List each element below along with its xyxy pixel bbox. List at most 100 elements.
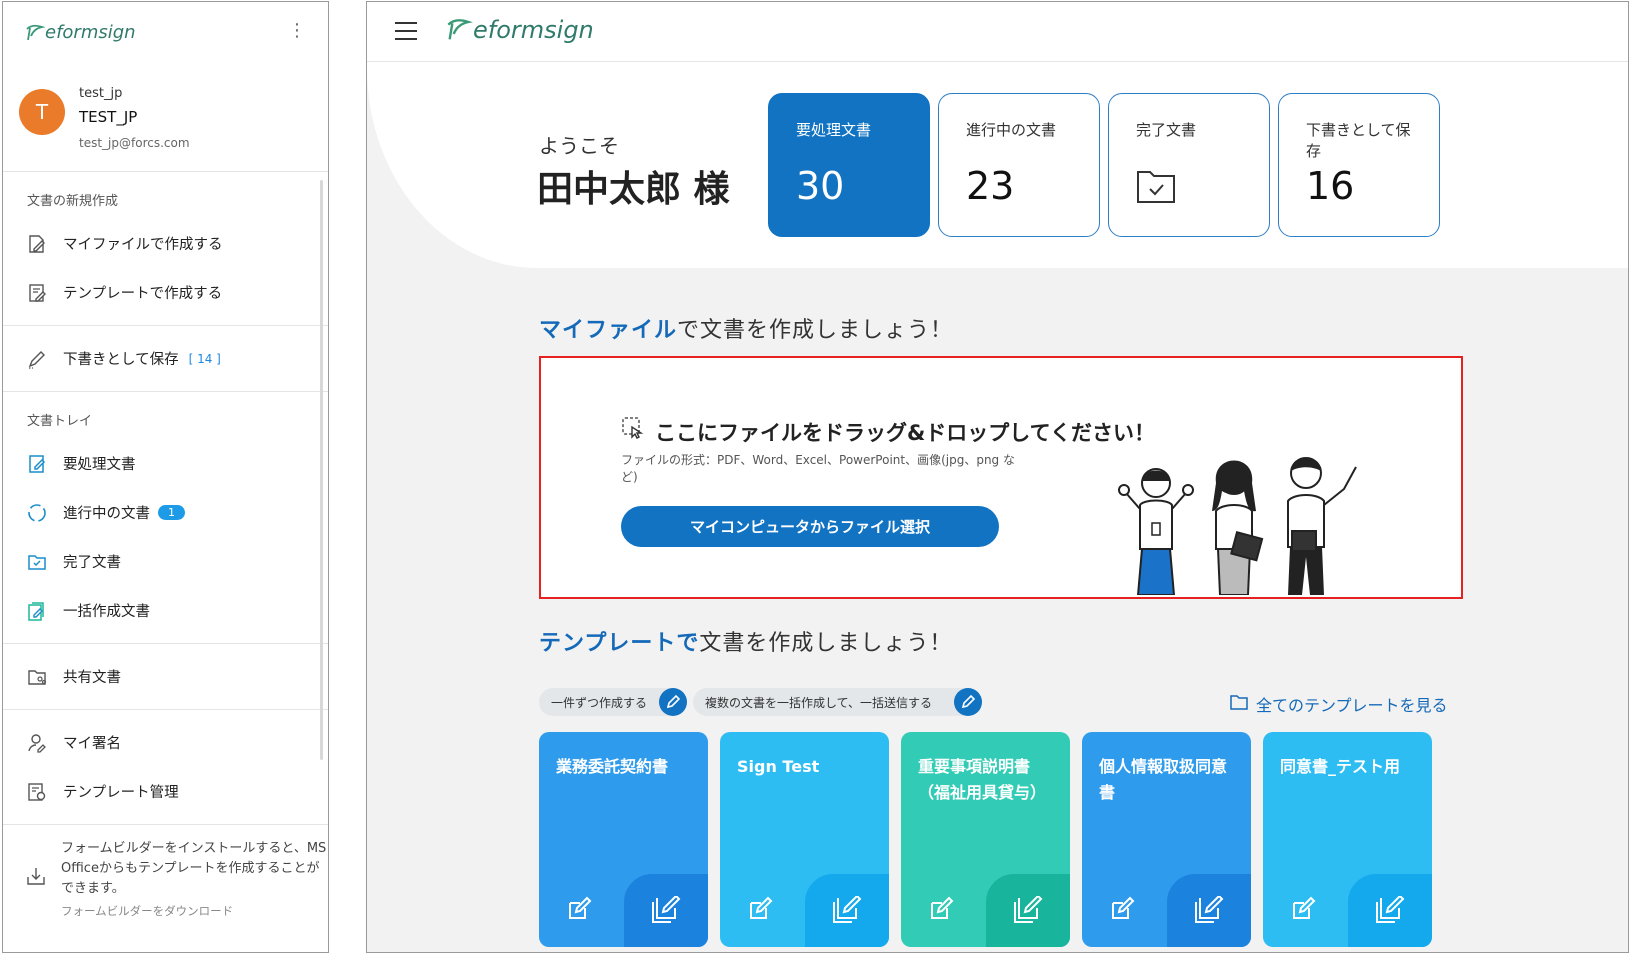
template-card-title: 業務委託契約書: [556, 757, 669, 776]
stat-value: 23: [966, 164, 1015, 208]
template-card-0[interactable]: 業務委託契約書: [539, 732, 708, 947]
sidebar-item-label: 共有文書: [63, 670, 121, 686]
file-edit-icon: [25, 232, 49, 256]
sidebar-item-label: マイファイルで作成する: [63, 237, 223, 253]
template-card-title: 同意書_テスト用: [1280, 757, 1401, 776]
edit-icon[interactable]: [565, 895, 593, 927]
sidebar-item-label: テンプレートで作成する: [63, 286, 223, 302]
document-edit-icon: [25, 452, 49, 476]
sidebar-logo[interactable]: eformsign: [25, 22, 136, 43]
bulk-edit-icon[interactable]: [986, 874, 1070, 947]
sidebar-item-label: 完了文書: [63, 555, 121, 571]
sidebar-item-in-progress[interactable]: 進行中の文書 1: [3, 488, 328, 537]
create-one-by-one-pill[interactable]: 一件ずつ作成する: [539, 688, 687, 716]
edit-icon[interactable]: [1108, 895, 1136, 927]
sidebar-item-label: 進行中の文書: [63, 506, 150, 522]
download-form-builder-link[interactable]: フォームビルダーをダウンロード: [61, 901, 328, 921]
sidebar-item-create-from-template[interactable]: テンプレートで作成する: [3, 268, 328, 317]
stat-card-drafts[interactable]: 下書きとして保存 16: [1278, 93, 1440, 237]
settings-section: マイ署名 テンプレート管理: [3, 710, 328, 825]
edit-icon[interactable]: [927, 895, 955, 927]
eformsign-logo-mark-icon: [447, 19, 473, 40]
people-illustration: [1106, 453, 1376, 599]
sidebar-item-label: 要処理文書: [63, 457, 136, 473]
stat-value: 16: [1306, 164, 1355, 208]
template-card-title: 重要事項説明書（福祉用具貸与）: [918, 757, 1047, 802]
new-document-section: 文書の新規作成 マイファイルで作成する テンプレートで作成する: [3, 172, 328, 326]
file-format-note: ファイルの形式：PDF、Word、Excel、PowerPoint、画像(jpg…: [621, 453, 1015, 484]
stat-card-completed[interactable]: 完了文書: [1108, 93, 1270, 237]
sidebar: eformsign ⋮ T test_jp TEST_JP test_jp@fo…: [2, 1, 329, 953]
welcome-greeting: ようこそ: [539, 134, 619, 158]
sidebar-scrollbar[interactable]: [320, 180, 323, 760]
section-title-new-document: 文書の新規作成: [27, 194, 119, 209]
my-file-section-heading: マイファイルで文書を作成しましょう！: [539, 312, 953, 344]
select-file-from-computer-button[interactable]: マイコンピュータからファイル選択: [621, 506, 999, 547]
edit-icon[interactable]: [746, 895, 774, 927]
template-card-2[interactable]: 重要事項説明書（福祉用具貸与）: [901, 732, 1070, 947]
folder-icon: [1230, 694, 1248, 714]
user-id: test_jp: [79, 86, 123, 101]
sidebar-item-label: 一括作成文書: [63, 604, 150, 620]
bulk-create-and-send-pill[interactable]: 複数の文書を一括作成して、一括送信する: [693, 688, 982, 716]
document-tray-section: 文書トレイ 要処理文書 進行中の文書 1 完了文書 一括作成文書: [3, 392, 328, 644]
signature-user-icon: [25, 731, 49, 755]
edit-icon: [659, 688, 687, 716]
sidebar-item-label: テンプレート管理: [63, 785, 179, 801]
heading-highlight: テンプレートで: [539, 631, 700, 656]
user-email: test_jp@forcs.com: [79, 136, 190, 150]
shared-section: 共有文書: [3, 644, 328, 710]
avatar[interactable]: T: [19, 89, 65, 135]
folder-check-icon: [1136, 168, 1176, 208]
section-title-document-tray: 文書トレイ: [27, 414, 93, 429]
template-card-title: 個人情報取扱同意書: [1099, 757, 1228, 802]
sidebar-item-my-signature[interactable]: マイ署名: [3, 718, 328, 767]
edit-icon[interactable]: [1289, 895, 1317, 927]
install-description: フォームビルダーをインストールすると、MS Officeからもテンプレートを作成…: [61, 841, 327, 896]
bulk-edit-icon[interactable]: [624, 874, 708, 947]
file-drop-zone[interactable]: ここにファイルをドラッグ&ドロップしてください！ ファイルの形式：PDF、Wor…: [539, 356, 1463, 599]
sidebar-item-shared[interactable]: 共有文書: [3, 652, 328, 701]
user-name: TEST_JP: [79, 108, 138, 126]
bulk-edit-icon[interactable]: [1167, 874, 1251, 947]
template-edit-icon: [25, 281, 49, 305]
edit-icon: [954, 688, 982, 716]
shared-folder-icon: [25, 665, 49, 689]
sidebar-item-bulk-created[interactable]: 一括作成文書: [3, 586, 328, 635]
download-icon: [25, 865, 47, 894]
hamburger-menu-icon[interactable]: [395, 22, 417, 46]
stat-label: 進行中の文書: [966, 121, 1057, 139]
heading-text: 文書を作成しましょう！: [699, 631, 953, 656]
sidebar-item-create-from-my-file[interactable]: マイファイルで作成する: [3, 219, 328, 268]
stat-label: 完了文書: [1136, 121, 1197, 139]
bulk-document-icon: [25, 599, 49, 623]
sidebar-item-action-required[interactable]: 要処理文書: [3, 439, 328, 488]
template-card-title: Sign Test: [737, 757, 820, 776]
sidebar-item-label: 下書きとして保存: [63, 352, 179, 368]
drop-zone-title: ここにファイルをドラッグ&ドロップしてください！: [621, 416, 1155, 447]
pencil-icon: [25, 347, 49, 371]
welcome-user-name: 田中太郎 様: [537, 169, 730, 210]
template-card-3[interactable]: 個人情報取扱同意書: [1082, 732, 1251, 947]
template-card-4[interactable]: 同意書_テスト用: [1263, 732, 1432, 947]
bulk-edit-icon[interactable]: [1348, 874, 1432, 947]
header-logo[interactable]: eformsign: [445, 16, 594, 44]
stat-card-action-required[interactable]: 要処理文書 30: [768, 93, 930, 237]
template-settings-icon: [25, 780, 49, 804]
bulk-edit-icon[interactable]: [805, 874, 889, 947]
main-content: eformsign ようこそ 田中太郎 様 要処理文書 30 進行中の文書 23…: [366, 1, 1629, 953]
view-all-templates-link[interactable]: 全てのテンプレートを見る: [1230, 692, 1448, 716]
sidebar-item-label: マイ署名: [63, 736, 121, 752]
drag-drop-icon: [621, 416, 647, 447]
more-options-icon[interactable]: ⋮: [288, 22, 306, 40]
form-builder-install-notice: フォームビルダーをインストールすると、MS Officeからもテンプレートを作成…: [3, 825, 328, 921]
stat-value: 30: [796, 164, 845, 208]
folder-check-icon: [25, 550, 49, 574]
sidebar-header: eformsign ⋮: [3, 2, 328, 64]
sidebar-item-drafts[interactable]: 下書きとして保存 [ 14 ]: [3, 334, 328, 383]
sidebar-item-completed[interactable]: 完了文書: [3, 537, 328, 586]
sidebar-item-template-management[interactable]: テンプレート管理: [3, 767, 328, 816]
template-section-heading: テンプレートで文書を作成しましょう！: [539, 625, 952, 657]
template-card-1[interactable]: Sign Test: [720, 732, 889, 947]
stat-card-in-progress[interactable]: 進行中の文書 23: [938, 93, 1100, 237]
